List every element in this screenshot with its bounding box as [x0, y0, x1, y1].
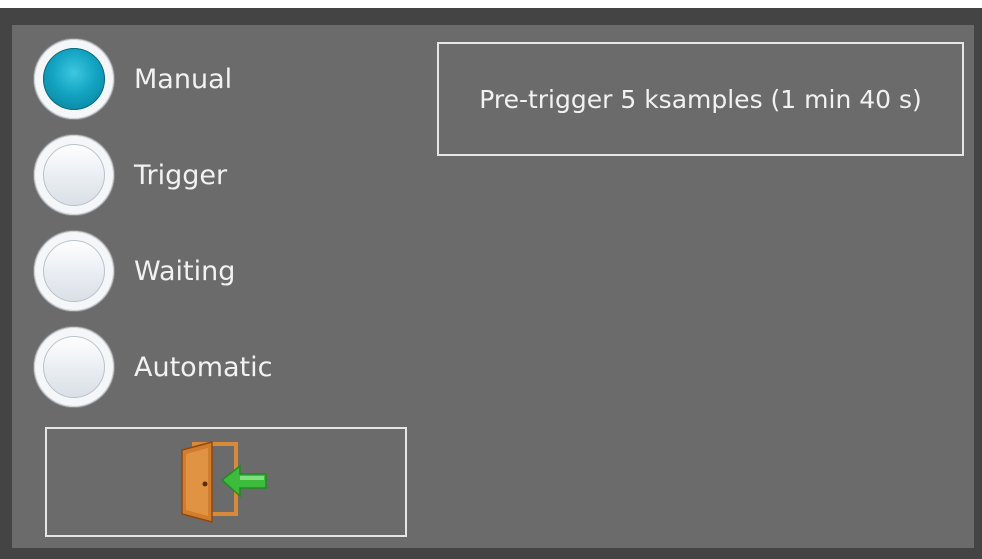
radio-dot-selected [43, 48, 105, 110]
mode-label-trigger: Trigger [134, 159, 228, 191]
exit-door-icon [181, 441, 267, 523]
mode-option-waiting[interactable]: Waiting [34, 231, 235, 311]
radio-manual[interactable] [34, 39, 114, 119]
window-frame: Manual Trigger Waiting Automatic Pre-tri… [0, 8, 982, 559]
radio-dot-empty [43, 240, 105, 302]
radio-dot-empty [43, 144, 105, 206]
mode-option-automatic[interactable]: Automatic [34, 327, 272, 407]
pretrigger-text: Pre-trigger 5 ksamples (1 min 40 s) [479, 84, 922, 114]
mode-label-manual: Manual [134, 63, 233, 95]
radio-trigger[interactable] [34, 135, 114, 215]
mode-label-automatic: Automatic [134, 351, 273, 383]
exit-button[interactable] [45, 427, 407, 537]
radio-waiting[interactable] [34, 231, 114, 311]
radio-automatic[interactable] [34, 327, 114, 407]
radio-dot-empty [43, 336, 105, 398]
acquisition-mode-panel: Manual Trigger Waiting Automatic Pre-tri… [12, 25, 974, 548]
mode-label-waiting: Waiting [134, 255, 236, 287]
mode-option-manual[interactable]: Manual [34, 39, 232, 119]
mode-option-trigger[interactable]: Trigger [34, 135, 227, 215]
pretrigger-display: Pre-trigger 5 ksamples (1 min 40 s) [437, 42, 964, 156]
